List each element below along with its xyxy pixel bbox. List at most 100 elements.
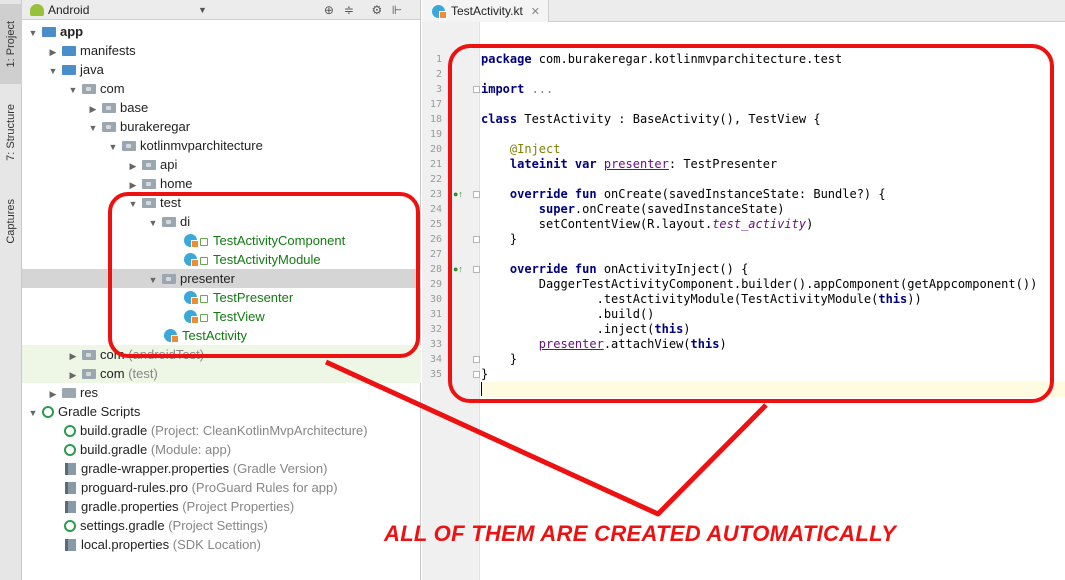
- code-line[interactable]: }: [481, 367, 1065, 382]
- line-number: 32: [429, 324, 442, 335]
- tree-row[interactable]: ▶ api: [22, 155, 421, 174]
- code-line[interactable]: [481, 247, 1065, 262]
- tree-row[interactable]: ▶ com (test): [22, 364, 421, 383]
- code-token: presenter: [538, 337, 604, 351]
- code-line[interactable]: import ...: [481, 82, 1065, 97]
- code-line[interactable]: [481, 97, 1065, 112]
- tree-row[interactable]: ▼ java: [22, 60, 421, 79]
- code-line[interactable]: setContentView(R.layout.test_activity): [481, 217, 1065, 232]
- kotlin-file-icon: [184, 253, 199, 267]
- annotation-caption: ALL OF THEM ARE CREATED AUTOMATICALLY: [384, 521, 897, 546]
- code-line[interactable]: .testActivityModule(TestActivityModule(t…: [481, 292, 1065, 307]
- code-line[interactable]: .build(): [481, 307, 1065, 322]
- code-line-current[interactable]: [481, 382, 1065, 397]
- tree-row[interactable]: proguard-rules.pro (ProGuard Rules for a…: [22, 478, 421, 497]
- tree-row[interactable]: TestActivityComponent: [22, 231, 421, 250]
- fold-icon[interactable]: [473, 86, 480, 93]
- tree-label-extra: (Gradle Version): [232, 461, 328, 476]
- editor-tab-label: TestActivity.kt: [451, 4, 523, 18]
- tree-row[interactable]: ▼ Gradle Scripts: [22, 402, 421, 421]
- project-view-selector[interactable]: Android: [48, 3, 198, 17]
- code-token: this: [690, 337, 720, 351]
- gradle-file-icon: [64, 444, 76, 456]
- tree-label-extra: (androidTest): [128, 347, 205, 362]
- tree-row[interactable]: settings.gradle (Project Settings): [22, 516, 421, 535]
- line-number: 35: [429, 369, 442, 380]
- override-marker-icon[interactable]: ●↑: [453, 262, 463, 277]
- code-token: setContentView(R.layout.: [538, 217, 713, 231]
- line-number: 28: [429, 264, 442, 275]
- package-icon: [142, 179, 156, 189]
- hide-panel-icon[interactable]: ⊩: [387, 3, 407, 17]
- tree-row[interactable]: ▶ manifests: [22, 41, 421, 60]
- tree-row[interactable]: TestPresenter: [22, 288, 421, 307]
- chevron-down-icon[interactable]: ▼: [198, 5, 207, 15]
- tree-row[interactable]: build.gradle (Project: CleanKotlinMvpArc…: [22, 421, 421, 440]
- code-line[interactable]: class TestActivity : BaseActivity(), Tes…: [481, 112, 1065, 127]
- package-icon: [102, 103, 116, 113]
- code-line[interactable]: super.onCreate(savedInstanceState): [481, 202, 1065, 217]
- tree-row[interactable]: ▼ app: [22, 22, 421, 41]
- tree-label: TestView: [213, 309, 265, 324]
- code-token: com.burakeregar.kotlinmvparchitecture.te…: [531, 52, 843, 66]
- tree-label: settings.gradle: [80, 518, 165, 533]
- tree-row[interactable]: TestActivityModule: [22, 250, 421, 269]
- close-icon[interactable]: ✕: [531, 5, 540, 18]
- code-token: ): [806, 217, 814, 231]
- tree-label: TestPresenter: [213, 290, 294, 305]
- line-number: 17: [429, 99, 442, 110]
- tab-structure[interactable]: 7: Structure: [0, 92, 22, 172]
- code-line[interactable]: override fun onCreate(savedInstanceState…: [481, 187, 1065, 202]
- fold-icon[interactable]: [473, 266, 480, 273]
- line-number: 3: [435, 84, 442, 95]
- tree-row[interactable]: ▼ test: [22, 193, 421, 212]
- tab-project[interactable]: 1: Project: [0, 4, 22, 84]
- tab-captures[interactable]: Captures: [0, 186, 22, 256]
- code-line[interactable]: }: [481, 232, 1065, 247]
- tree-label: com: [100, 347, 125, 362]
- line-number: 27: [429, 249, 442, 260]
- code-line[interactable]: [481, 67, 1065, 82]
- tree-row[interactable]: ▶ com (androidTest): [22, 345, 421, 364]
- collapse-icon[interactable]: ≑: [339, 3, 359, 17]
- tree-row[interactable]: ▶ home: [22, 174, 421, 193]
- code-line[interactable]: @Inject: [481, 142, 1065, 157]
- tree-row[interactable]: TestActivity: [22, 326, 421, 345]
- fold-icon[interactable]: [473, 371, 480, 378]
- tree-row[interactable]: gradle-wrapper.properties (Gradle Versio…: [22, 459, 421, 478]
- code-line[interactable]: presenter.attachView(this): [481, 337, 1065, 352]
- override-marker-icon[interactable]: ●↑: [453, 187, 463, 202]
- tree-row[interactable]: ▶ res: [22, 383, 421, 402]
- code-line[interactable]: [481, 172, 1065, 187]
- tree-row[interactable]: TestView: [22, 307, 421, 326]
- code-token: ): [683, 322, 691, 336]
- code-token: .onCreate(savedInstanceState): [574, 202, 785, 216]
- tree-row[interactable]: ▼ kotlinmvparchitecture: [22, 136, 421, 155]
- fold-icon[interactable]: [473, 191, 480, 198]
- tree-row[interactable]: local.properties (SDK Location): [22, 535, 421, 554]
- tree-row[interactable]: build.gradle (Module: app): [22, 440, 421, 459]
- tree-row-selected[interactable]: ▼ presenter: [22, 269, 421, 288]
- code-line[interactable]: DaggerTestActivityComponent.builder().ap…: [481, 277, 1065, 292]
- tree-row[interactable]: gradle.properties (Project Properties): [22, 497, 421, 516]
- line-number: 21: [429, 159, 442, 170]
- code-token: : TestPresenter: [668, 157, 778, 171]
- tree-row[interactable]: ▶ base: [22, 98, 421, 117]
- editor-tab-testactivity[interactable]: TestActivity.kt ✕: [422, 0, 550, 22]
- code-line[interactable]: override fun onActivityInject() {: [481, 262, 1065, 277]
- code-line[interactable]: lateinit var presenter: TestPresenter: [481, 157, 1065, 172]
- code-line[interactable]: .inject(this): [481, 322, 1065, 337]
- tree-row[interactable]: ▼ com: [22, 79, 421, 98]
- tree-label: app: [60, 24, 84, 39]
- fold-icon[interactable]: [473, 236, 480, 243]
- code-line[interactable]: package com.burakeregar.kotlinmvparchite…: [481, 52, 1065, 67]
- target-icon[interactable]: ⊕: [319, 3, 339, 17]
- gear-icon[interactable]: ⚙: [367, 3, 387, 17]
- tree-row[interactable]: ▼ di: [22, 212, 421, 231]
- code-line[interactable]: }: [481, 352, 1065, 367]
- code-token: override fun: [509, 187, 597, 201]
- tree-row[interactable]: ▼ burakeregar: [22, 117, 421, 136]
- code-line[interactable]: [481, 127, 1065, 142]
- tree-label: TestActivityComponent: [213, 233, 346, 248]
- fold-icon[interactable]: [473, 356, 480, 363]
